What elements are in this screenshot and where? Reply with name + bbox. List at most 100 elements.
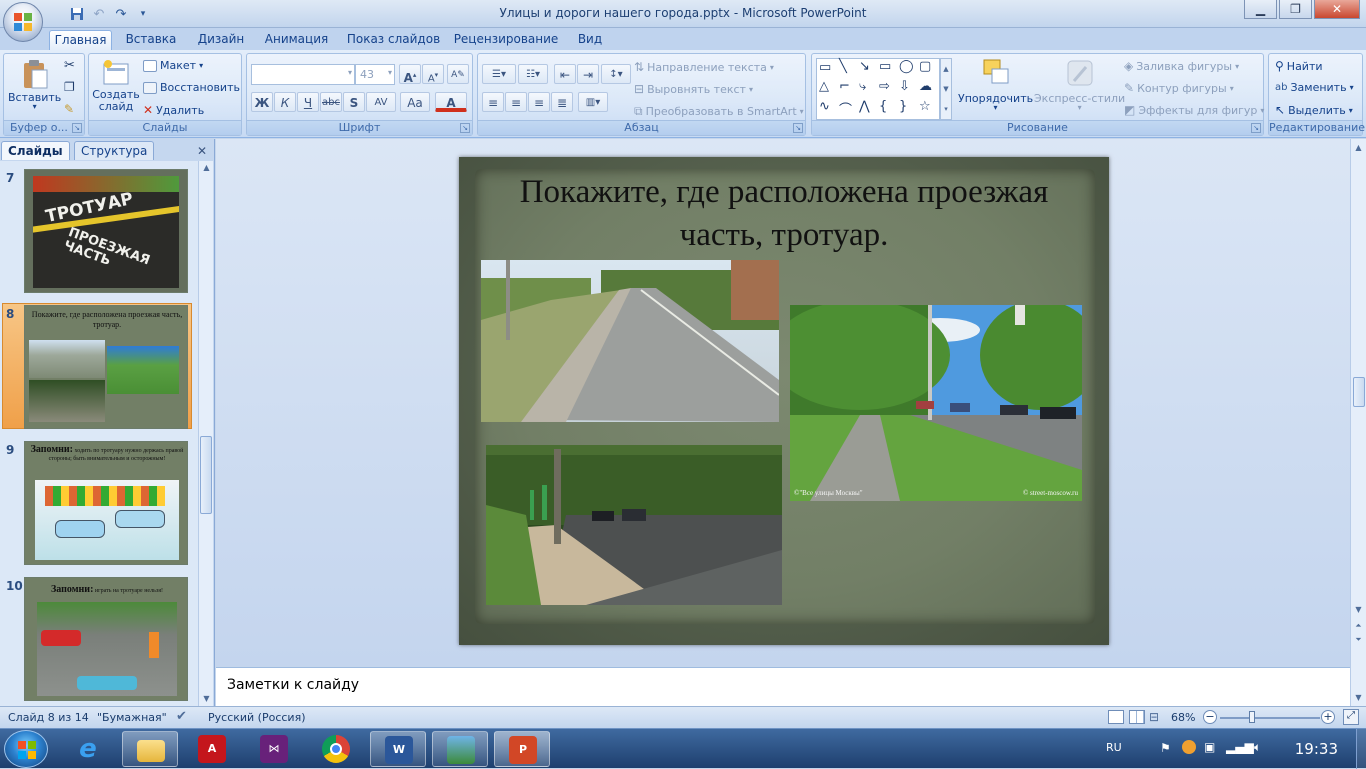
- scroll-down-icon[interactable]: ▼: [1351, 603, 1366, 617]
- restore-button[interactable]: ❐: [1279, 0, 1312, 19]
- device-tray-icon[interactable]: ▣: [1204, 740, 1215, 754]
- tab-outline[interactable]: Структура: [74, 141, 155, 160]
- star-shape-icon[interactable]: ☆: [919, 99, 931, 114]
- convert-smartart-button[interactable]: ⧉ Преобразовать в SmartArt ▾: [634, 104, 804, 119]
- thumbnail-slide-9[interactable]: Запомни: ходить по тротуару нужно держас…: [24, 441, 188, 565]
- align-text-button[interactable]: ⊟ Выровнять текст ▾: [634, 82, 753, 96]
- scroll-thumb[interactable]: [1353, 377, 1365, 407]
- slide-title[interactable]: Покажите, где расположена проезжая часть…: [489, 171, 1079, 257]
- scribble-shape-icon[interactable]: ⋀: [859, 99, 870, 114]
- tab-slideshow[interactable]: Показ слайдов: [345, 30, 442, 50]
- photo-sidewalk-trees[interactable]: ©"Все улицы Москвы" © street-moscow.ru: [790, 305, 1082, 501]
- office-button[interactable]: [3, 2, 43, 42]
- tab-design[interactable]: Дизайн: [193, 30, 249, 50]
- arrow-line-shape-icon[interactable]: ↘: [859, 59, 870, 74]
- slideshow-view-icon[interactable]: ⊟: [1149, 710, 1159, 724]
- italic-button[interactable]: К: [274, 92, 296, 112]
- tab-insert[interactable]: Вставка: [120, 30, 182, 50]
- decrease-indent-icon[interactable]: ⇤: [554, 64, 576, 84]
- language-indicator[interactable]: Русский (Россия): [208, 711, 306, 724]
- internet-explorer-taskbar[interactable]: e: [60, 731, 116, 767]
- font-size-combo[interactable]: 43 ▾: [355, 64, 395, 85]
- shape-effects-button[interactable]: ◩ Эффекты для фигур ▾: [1124, 103, 1264, 117]
- underline-button[interactable]: Ч: [297, 92, 319, 112]
- scroll-down-icon[interactable]: ▼: [199, 692, 214, 706]
- clear-format-icon[interactable]: A✎: [447, 64, 469, 84]
- editor-scrollbar[interactable]: ▲ ▼ ⏶ ⏷ ▼: [1350, 139, 1366, 706]
- copy-icon[interactable]: ❐: [64, 80, 75, 94]
- shapes-gallery-scroll[interactable]: ▲ ▼ ▾: [940, 58, 952, 120]
- reset-button[interactable]: Восстановить: [143, 81, 240, 94]
- curve-shape-icon[interactable]: ∿: [819, 99, 830, 114]
- replace-button[interactable]: ab Заменить ▾: [1275, 81, 1354, 94]
- photo-road-curb[interactable]: [481, 260, 779, 422]
- new-slide-button[interactable]: Создать слайд: [92, 58, 140, 113]
- delete-slide-button[interactable]: ✕ Удалить: [143, 103, 204, 117]
- text-direction-button[interactable]: ⇅ Направление текста ▾: [634, 60, 774, 74]
- triangle-shape-icon[interactable]: △: [819, 79, 829, 94]
- tab-view[interactable]: Вид: [572, 30, 608, 50]
- left-brace-shape-icon[interactable]: {: [879, 99, 887, 114]
- zoom-in-icon[interactable]: +: [1321, 710, 1335, 724]
- freeform-shape-icon[interactable]: ☁: [919, 79, 932, 94]
- previous-slide-icon[interactable]: ⏶: [1351, 619, 1366, 633]
- tab-animation[interactable]: Анимация: [260, 30, 333, 50]
- strikethrough-button[interactable]: abc: [320, 92, 342, 112]
- thumbnail-slide-10[interactable]: Запомни: играть на тротуаре нельзя!: [24, 577, 188, 701]
- increase-indent-icon[interactable]: ⇥: [577, 64, 599, 84]
- photo-viewer-taskbar[interactable]: [432, 731, 488, 767]
- oval-shape-icon[interactable]: ◯: [899, 59, 914, 74]
- chrome-taskbar[interactable]: [308, 731, 364, 767]
- bullets-icon[interactable]: ☰▾: [482, 64, 516, 84]
- line-spacing-icon[interactable]: ↕▾: [601, 64, 631, 84]
- align-center-icon[interactable]: ≡: [505, 92, 527, 112]
- scroll-down-notes-icon[interactable]: ▼: [1351, 691, 1366, 705]
- tab-review[interactable]: Рецензирование: [452, 30, 560, 50]
- font-launcher-icon[interactable]: ↘: [460, 123, 470, 133]
- format-painter-icon[interactable]: ✎: [64, 102, 74, 116]
- cut-icon[interactable]: ✂: [64, 58, 75, 73]
- shape-fill-button[interactable]: ◈ Заливка фигуры ▾: [1124, 59, 1239, 73]
- justify-icon[interactable]: ≣: [551, 92, 573, 112]
- find-button[interactable]: ⚲ Найти: [1275, 59, 1323, 73]
- current-slide[interactable]: Покажите, где расположена проезжая часть…: [459, 157, 1109, 645]
- close-panel-icon[interactable]: ✕: [197, 144, 207, 158]
- columns-icon[interactable]: ▥▾: [578, 92, 608, 112]
- minimize-button[interactable]: ▁: [1244, 0, 1277, 19]
- keyboard-language[interactable]: RU: [1106, 741, 1122, 754]
- shadow-button[interactable]: S: [343, 92, 365, 112]
- drawing-launcher-icon[interactable]: ↘: [1251, 123, 1261, 133]
- right-brace-shape-icon[interactable]: }: [899, 99, 907, 114]
- word-taskbar[interactable]: W: [370, 731, 426, 767]
- clipboard-launcher-icon[interactable]: ↘: [72, 123, 82, 133]
- rectangle-shape-icon[interactable]: ▭: [879, 59, 891, 74]
- change-case-button[interactable]: Aa: [400, 92, 430, 112]
- font-color-icon[interactable]: A: [435, 92, 467, 112]
- thumbnail-scrollbar[interactable]: ▲ ▼: [198, 161, 213, 706]
- shapes-gallery[interactable]: ▭ ╲ ↘ ▭ ◯ ▢ △ ⌐ ⤷ ⇨ ⇩ ☁ ∿ ⌒ ⋀ { } ☆: [816, 58, 940, 120]
- quick-styles-button[interactable]: Экспресс-стили ▾: [1034, 57, 1125, 112]
- photo-forest-road[interactable]: [486, 445, 782, 605]
- notes-placeholder[interactable]: Заметки к слайду: [227, 677, 359, 693]
- show-desktop-button[interactable]: [1356, 729, 1366, 769]
- align-left-icon[interactable]: ≡: [482, 92, 504, 112]
- rounded-rect-shape-icon[interactable]: ▢: [919, 59, 931, 74]
- zoom-slider-thumb[interactable]: [1249, 711, 1255, 723]
- acrobat-taskbar[interactable]: A: [184, 731, 240, 767]
- font-name-combo[interactable]: ▾: [251, 64, 355, 85]
- grow-font-icon[interactable]: A▴: [399, 64, 421, 85]
- elbow-connector-shape-icon[interactable]: ⤷: [859, 79, 866, 94]
- right-arrow-shape-icon[interactable]: ⇨: [879, 79, 890, 94]
- arc-shape-icon[interactable]: ⌒: [839, 99, 852, 118]
- explorer-taskbar[interactable]: [122, 731, 178, 767]
- zoom-level[interactable]: 68%: [1171, 711, 1195, 724]
- powerpoint-taskbar[interactable]: P: [494, 731, 550, 767]
- zoom-slider[interactable]: [1220, 717, 1320, 719]
- align-right-icon[interactable]: ≡: [528, 92, 550, 112]
- visual-studio-taskbar[interactable]: ⋈: [246, 731, 302, 767]
- close-button[interactable]: ✕: [1314, 0, 1360, 19]
- line-shape-icon[interactable]: ╲: [839, 59, 847, 74]
- paste-button[interactable]: Вставить ▾: [8, 58, 61, 111]
- arrange-button[interactable]: Упорядочить ▾: [958, 57, 1033, 112]
- shrink-font-icon[interactable]: A▾: [422, 64, 444, 84]
